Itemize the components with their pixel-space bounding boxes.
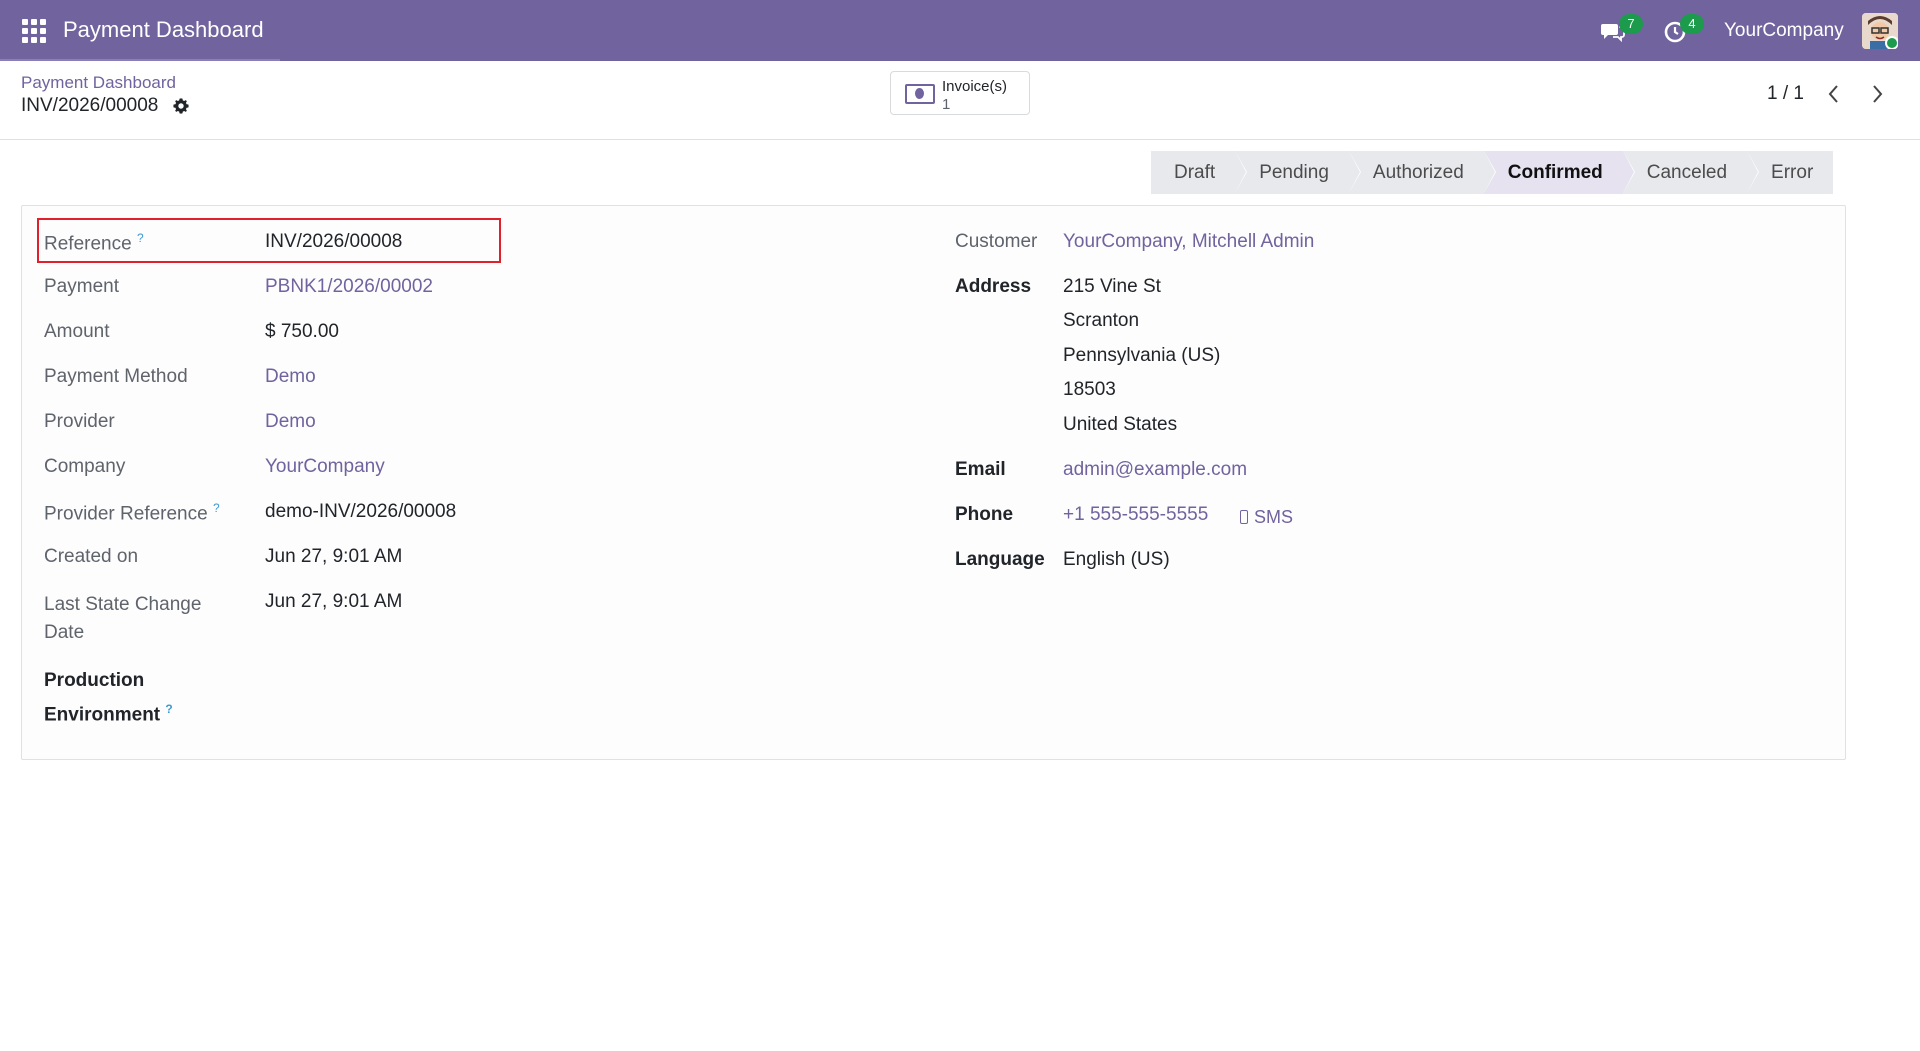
invoices-smart-button[interactable]: Invoice(s) 1 <box>890 71 1030 115</box>
activities-badge: 4 <box>1680 14 1704 34</box>
language-value: English (US) <box>1063 549 1170 570</box>
gear-icon[interactable] <box>172 97 190 115</box>
messages-badge: 7 <box>1619 14 1643 34</box>
phone-link[interactable]: +1 555-555-5555 <box>1063 504 1208 526</box>
status-bar: Draft Pending Authorized Confirmed Cance… <box>1151 151 1834 194</box>
provider-label: Provider <box>44 411 115 432</box>
invoices-label: Invoice(s) <box>942 78 1008 95</box>
pager-value[interactable]: 1 / 1 <box>1767 83 1804 105</box>
company-switcher[interactable]: YourCompany <box>1724 20 1844 42</box>
language-label: Language <box>955 549 1045 570</box>
email-link[interactable]: admin@example.com <box>1063 459 1247 481</box>
top-navbar: Payment Dashboard 7 4 YourCompany <box>0 0 1920 61</box>
phone-label: Phone <box>955 504 1014 525</box>
breadcrumb-payment-dashboard[interactable]: Payment Dashboard <box>21 73 176 93</box>
stage-pending[interactable]: Pending <box>1235 151 1361 194</box>
address-line: Pennsylvania (US) <box>1063 345 1221 366</box>
address-line: Scranton <box>1063 310 1140 331</box>
reference-label: Reference ? <box>44 231 144 255</box>
provider-reference-value: demo-INV/2026/00008 <box>265 501 457 522</box>
company-label: Company <box>44 456 126 477</box>
address-line: 18503 <box>1063 379 1116 400</box>
user-avatar[interactable] <box>1862 13 1898 49</box>
customer-link[interactable]: YourCompany, Mitchell Admin <box>1063 231 1314 253</box>
email-label: Email <box>955 459 1006 480</box>
control-panel: Payment Dashboard INV/2026/00008 Invoice… <box>0 61 1920 140</box>
payment-label: Payment <box>44 276 119 297</box>
online-status-dot <box>1885 36 1898 49</box>
stage-confirmed[interactable]: Confirmed <box>1483 151 1635 194</box>
address-label: Address <box>955 276 1032 297</box>
provider-reference-label: Provider Reference ? <box>44 501 220 525</box>
provider-link[interactable]: Demo <box>265 411 316 433</box>
app-title[interactable]: Payment Dashboard <box>63 17 264 43</box>
company-link[interactable]: YourCompany <box>265 456 385 478</box>
stage-error[interactable]: Error <box>1747 151 1834 194</box>
last-state-change-value: Jun 27, 9:01 AM <box>265 591 403 612</box>
sms-label: SMS <box>1254 507 1294 527</box>
stage-authorized[interactable]: Authorized <box>1348 151 1496 194</box>
help-icon[interactable]: ? <box>213 501 220 515</box>
address-line: 215 Vine St <box>1063 276 1161 297</box>
payment-method-label: Payment Method <box>44 366 188 387</box>
customer-label: Customer <box>955 231 1038 252</box>
sms-button[interactable]: SMS <box>1240 507 1293 528</box>
app-menu-icon[interactable] <box>22 19 46 43</box>
last-state-change-label: Last State Change Date <box>44 594 202 643</box>
chevron-left-icon[interactable] <box>1824 83 1844 105</box>
reference-value: INV/2026/00008 <box>265 231 403 252</box>
address-line: United States <box>1063 414 1178 435</box>
help-icon[interactable]: ? <box>137 231 144 245</box>
mobile-phone-icon <box>1240 510 1248 524</box>
chevron-right-icon[interactable] <box>1867 83 1887 105</box>
stage-draft[interactable]: Draft <box>1151 151 1248 194</box>
amount-value: $ 750.00 <box>265 321 339 342</box>
form-sheet: Reference ? INV/2026/00008 Payment PBNK1… <box>21 205 1846 760</box>
record-name: INV/2026/00008 <box>21 95 159 116</box>
stage-canceled[interactable]: Canceled <box>1622 151 1760 194</box>
help-icon[interactable]: ? <box>165 702 172 716</box>
created-on-label: Created on <box>44 546 139 567</box>
payment-method-link[interactable]: Demo <box>265 366 316 388</box>
invoices-count: 1 <box>942 96 951 113</box>
created-on-value: Jun 27, 9:01 AM <box>265 546 403 567</box>
payment-link[interactable]: PBNK1/2026/00002 <box>265 276 433 298</box>
money-bill-icon <box>905 84 935 104</box>
production-environment-label: Production Environment ? <box>44 670 173 726</box>
amount-label: Amount <box>44 321 110 342</box>
